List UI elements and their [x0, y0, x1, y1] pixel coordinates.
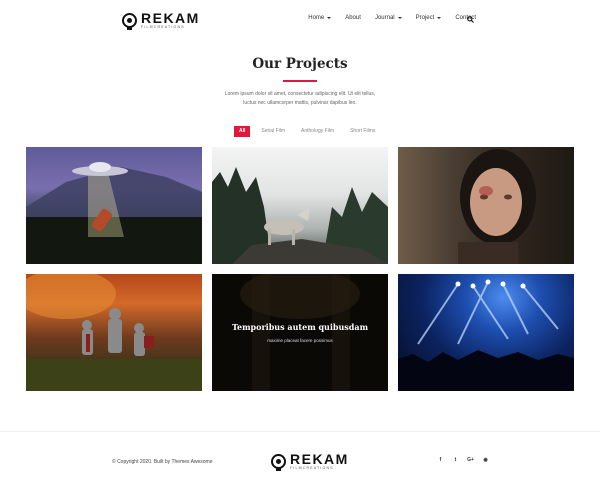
- dark-overlay-image: [240, 274, 360, 391]
- site-logo[interactable]: REKAM FILMCREATIONS: [122, 11, 200, 30]
- copyright-text: © Copyright 2020. Built by Themes Awesom…: [112, 459, 213, 465]
- social-links: f t G+ ◉: [436, 455, 490, 464]
- footer-logo-word: REKAM: [290, 451, 349, 467]
- chevron-down-icon: [397, 17, 402, 19]
- google-plus-icon[interactable]: G+: [466, 455, 475, 464]
- facebook-icon[interactable]: f: [436, 455, 445, 464]
- logo-tagline: FILMCREATIONS: [141, 25, 185, 29]
- project-tile-concert[interactable]: [398, 274, 574, 391]
- section-intro: Lorem ipsum dolor sit amet, consectetur …: [224, 91, 376, 106]
- footer-divider: [0, 431, 600, 432]
- wolf-on-rock-image: [212, 167, 388, 264]
- dribbble-icon[interactable]: ◉: [481, 455, 490, 464]
- site-header: REKAM FILMCREATIONS Home About Journal P…: [0, 0, 600, 40]
- camera-icon: [271, 453, 286, 469]
- concert-lights-image: [398, 279, 574, 391]
- chevron-down-icon: [437, 17, 442, 19]
- twitter-icon[interactable]: t: [451, 455, 460, 464]
- filter-all[interactable]: All: [234, 126, 251, 137]
- ufo-abduction-image: [26, 162, 202, 264]
- nav-item-project[interactable]: Project: [416, 15, 442, 21]
- main-nav: Home About Journal Project Contact: [294, 15, 476, 21]
- project-tile-ufo[interactable]: [26, 147, 202, 264]
- filter-short-films[interactable]: Short Films: [350, 126, 375, 137]
- injured-woman-image: [458, 149, 536, 264]
- project-filters: All Serial Film Anthology Film Short Fil…: [234, 126, 391, 137]
- filter-anthology-film[interactable]: Anthology Film: [301, 126, 334, 137]
- logo-word: REKAM: [141, 10, 200, 26]
- nav-item-journal[interactable]: Journal: [375, 15, 402, 21]
- nav-item-home[interactable]: Home: [308, 15, 332, 21]
- footer-logo-tagline: FILMCREATIONS: [290, 466, 334, 470]
- knights-battle-image: [26, 274, 202, 391]
- footer-logo[interactable]: REKAM FILMCREATIONS: [271, 452, 349, 471]
- page-title: Our Projects: [252, 56, 348, 72]
- project-tile-featured[interactable]: Temporibus autem quibusdam maxime placea…: [212, 274, 388, 391]
- title-underline: [283, 80, 317, 82]
- project-title: Temporibus autem quibusdam: [231, 322, 369, 332]
- camera-icon: [122, 12, 137, 28]
- nav-item-about[interactable]: About: [345, 15, 361, 21]
- chevron-down-icon: [327, 17, 332, 19]
- project-tile-portrait[interactable]: [398, 147, 574, 264]
- project-subtitle: maxime placeat facere possimus: [267, 338, 333, 343]
- filter-serial-film[interactable]: Serial Film: [261, 126, 285, 137]
- search-icon[interactable]: [467, 16, 474, 23]
- project-tile-wolf[interactable]: [212, 147, 388, 264]
- project-tile-knights[interactable]: [26, 274, 202, 391]
